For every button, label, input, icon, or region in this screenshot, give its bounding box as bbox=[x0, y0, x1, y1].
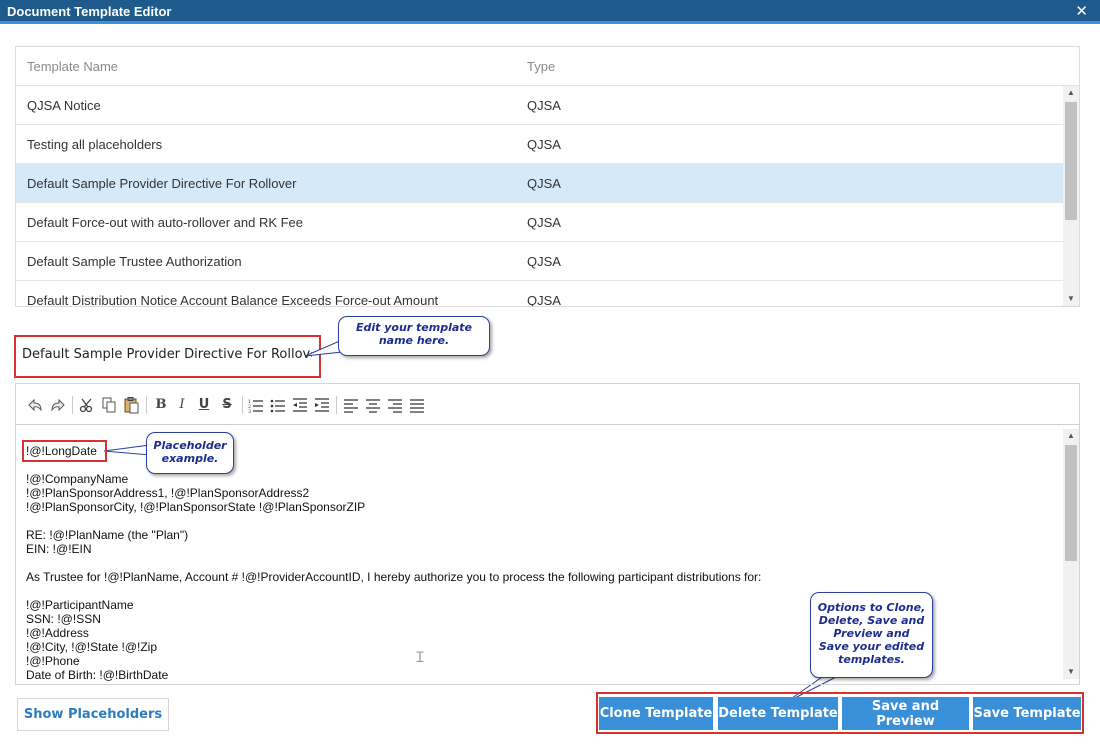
bold-button[interactable]: B bbox=[152, 396, 170, 414]
cell-template-name: QJSA Notice bbox=[27, 98, 101, 113]
toolbar-divider bbox=[242, 396, 243, 414]
text-cursor-icon: Ｉ bbox=[413, 649, 427, 665]
callout-edit-name: Edit your template name here. bbox=[338, 316, 490, 356]
editor-line: !@!Address bbox=[26, 626, 89, 640]
copy-icon[interactable] bbox=[100, 396, 118, 414]
template-name-highlight bbox=[14, 335, 321, 378]
ordered-list-icon[interactable]: 123 bbox=[247, 396, 265, 414]
cell-template-name: Default Sample Trustee Authorization bbox=[27, 254, 242, 269]
redo-icon[interactable] bbox=[49, 396, 67, 414]
underline-button[interactable]: U bbox=[195, 396, 213, 414]
toolbar-divider bbox=[336, 396, 337, 414]
editor-line: !@!Phone bbox=[26, 654, 80, 668]
editor-line: !@!ParticipantName bbox=[26, 598, 134, 612]
show-placeholders-button[interactable]: Show Placeholders bbox=[17, 698, 169, 731]
strikethrough-button[interactable]: S bbox=[218, 396, 236, 414]
cell-type: QJSA bbox=[527, 215, 561, 230]
editor-toolbar: B I U S 123 bbox=[16, 384, 1079, 425]
align-center-icon[interactable] bbox=[364, 396, 382, 414]
scroll-up-arrow-icon[interactable]: ▲ bbox=[1063, 429, 1079, 443]
cell-template-name: Default Distribution Notice Account Bala… bbox=[27, 293, 439, 306]
editor-line: !@!LongDate bbox=[26, 444, 97, 458]
table-row[interactable]: Default Force-out with auto-rollover and… bbox=[16, 203, 1063, 242]
clone-template-button[interactable]: Clone Template bbox=[599, 697, 713, 730]
editor-line: Date of Birth: !@!BirthDate bbox=[26, 668, 169, 682]
editor-line: EIN: !@!EIN bbox=[26, 542, 92, 556]
save-template-button[interactable]: Save Template bbox=[973, 697, 1081, 730]
scroll-thumb[interactable] bbox=[1065, 445, 1077, 561]
editor-line: As Trustee for !@!PlanName, Account # !@… bbox=[26, 570, 762, 584]
scroll-up-arrow-icon[interactable]: ▲ bbox=[1063, 86, 1079, 100]
save-and-preview-button[interactable]: Save and Preview bbox=[842, 697, 969, 730]
cell-type: QJSA bbox=[527, 176, 561, 191]
grid-rows: QJSA Notice QJSA Testing all placeholder… bbox=[16, 86, 1063, 306]
paste-icon[interactable] bbox=[122, 396, 140, 414]
table-row[interactable]: Default Distribution Notice Account Bala… bbox=[16, 281, 1063, 306]
grid-header: Template Name Type bbox=[16, 47, 1079, 86]
cell-type: QJSA bbox=[527, 98, 561, 113]
column-header-type[interactable]: Type bbox=[527, 59, 555, 74]
toolbar-divider bbox=[72, 396, 73, 414]
cell-template-name: Testing all placeholders bbox=[27, 137, 163, 152]
rich-text-editor: B I U S 123 !@!LongDate !@!CompanyName !… bbox=[15, 383, 1080, 685]
window-title: Document Template Editor bbox=[7, 4, 172, 19]
grid-scrollbar[interactable]: ▲ ▼ bbox=[1063, 86, 1079, 306]
bullet-list-icon[interactable] bbox=[269, 396, 287, 414]
editor-scrollbar[interactable]: ▲ ▼ bbox=[1063, 429, 1079, 679]
editor-line: SSN: !@!SSN bbox=[26, 612, 101, 626]
cell-type: QJSA bbox=[527, 293, 561, 306]
templates-grid: Template Name Type QJSA Notice QJSA Test… bbox=[15, 46, 1080, 307]
indent-icon[interactable] bbox=[313, 396, 331, 414]
cell-template-name: Default Force-out with auto-rollover and… bbox=[27, 215, 304, 230]
template-name-input[interactable] bbox=[22, 347, 312, 362]
table-row[interactable]: QJSA Notice QJSA bbox=[16, 86, 1063, 125]
align-right-icon[interactable] bbox=[386, 396, 404, 414]
table-row[interactable]: Testing all placeholders QJSA bbox=[16, 125, 1063, 164]
window-titlebar: Document Template Editor ✕ bbox=[0, 0, 1100, 24]
editor-line: !@!PlanSponsorAddress1, !@!PlanSponsorAd… bbox=[26, 486, 310, 500]
close-icon[interactable]: ✕ bbox=[1075, 2, 1088, 20]
toolbar-divider bbox=[146, 396, 147, 414]
editor-line: !@!CompanyName bbox=[26, 472, 129, 486]
outdent-icon[interactable] bbox=[291, 396, 309, 414]
table-row-selected[interactable]: Default Sample Provider Directive For Ro… bbox=[16, 164, 1063, 203]
scissors-icon[interactable] bbox=[78, 396, 96, 414]
delete-template-button[interactable]: Delete Template bbox=[718, 697, 838, 730]
cell-template-name: Default Sample Provider Directive For Ro… bbox=[27, 176, 297, 191]
svg-text:3: 3 bbox=[248, 409, 251, 414]
scroll-down-arrow-icon[interactable]: ▼ bbox=[1063, 665, 1079, 679]
table-row[interactable]: Default Sample Trustee Authorization QJS… bbox=[16, 242, 1063, 281]
scroll-thumb[interactable] bbox=[1065, 102, 1077, 220]
justify-icon[interactable] bbox=[408, 396, 426, 414]
editor-content[interactable]: !@!LongDate !@!CompanyName !@!PlanSponso… bbox=[16, 426, 1061, 684]
undo-icon[interactable] bbox=[26, 396, 44, 414]
cell-type: QJSA bbox=[527, 254, 561, 269]
editor-line: RE: !@!PlanName (the "Plan") bbox=[26, 528, 189, 542]
scroll-down-arrow-icon[interactable]: ▼ bbox=[1063, 292, 1079, 306]
align-left-icon[interactable] bbox=[342, 396, 360, 414]
cell-type: QJSA bbox=[527, 137, 561, 152]
editor-line: !@!PlanSponsorCity, !@!PlanSponsorState … bbox=[26, 500, 366, 514]
editor-line: !@!City, !@!State !@!Zip bbox=[26, 640, 158, 654]
italic-button[interactable]: I bbox=[173, 396, 191, 414]
column-header-template-name[interactable]: Template Name bbox=[27, 59, 118, 74]
